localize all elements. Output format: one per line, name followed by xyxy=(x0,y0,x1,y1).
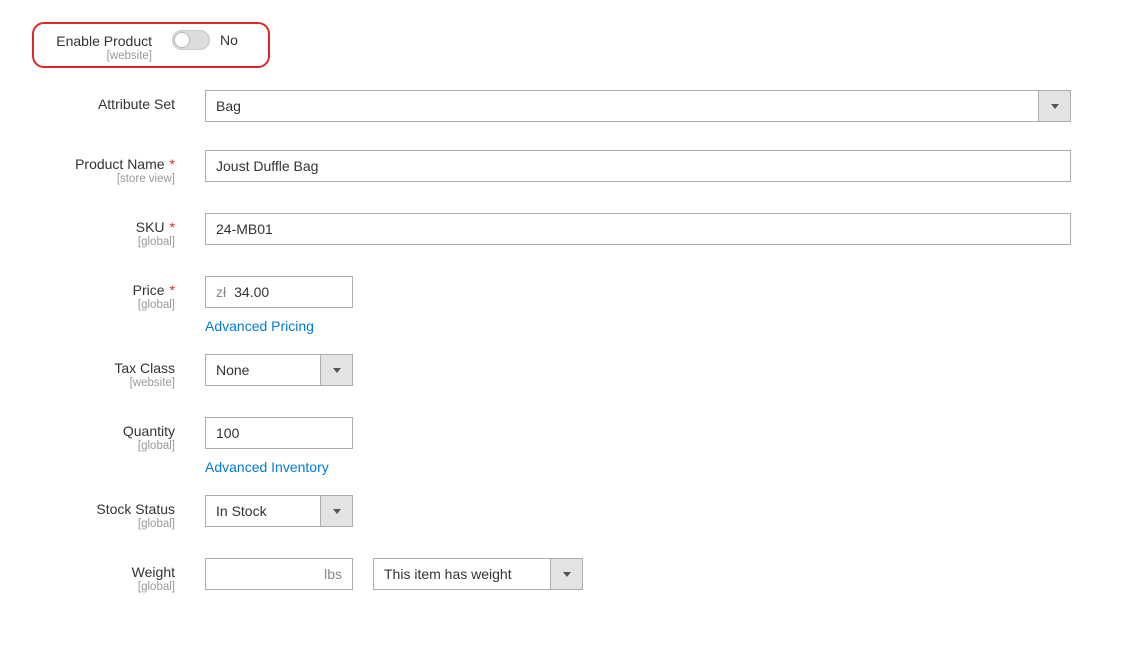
weight-input[interactable]: lbs xyxy=(205,558,353,590)
stock-status-select[interactable]: In Stock xyxy=(205,495,353,527)
label-scope: [global] xyxy=(0,581,175,593)
enable-product-toggle[interactable]: No xyxy=(172,30,238,50)
toggle-state-text: No xyxy=(220,32,238,48)
row-tax-class: Tax Class [website] None xyxy=(0,354,1132,389)
field-weight: lbs This item has weight xyxy=(205,558,583,590)
quantity-input[interactable] xyxy=(205,417,353,449)
row-weight: Weight [global] lbs This item has weight xyxy=(0,558,1132,593)
row-product-name: Product Name * [store view] xyxy=(0,150,1132,185)
label-scope: [website] xyxy=(0,377,175,389)
advanced-pricing-link[interactable]: Advanced Pricing xyxy=(205,318,314,334)
field-quantity: Advanced Inventory xyxy=(205,417,353,475)
field-sku xyxy=(205,213,1071,245)
label-text: Attribute Set xyxy=(0,96,175,112)
attribute-set-select[interactable]: Bag xyxy=(205,90,1071,122)
highlight-enable-product: Enable Product [website] No xyxy=(32,22,270,68)
label-sku: SKU * [global] xyxy=(0,213,175,248)
label-weight: Weight [global] xyxy=(0,558,175,593)
label-scope: [global] xyxy=(0,440,175,452)
row-stock-status: Stock Status [global] In Stock xyxy=(0,495,1132,530)
price-value-input[interactable] xyxy=(234,284,342,300)
label-tax-class: Tax Class [website] xyxy=(0,354,175,389)
chevron-down-icon xyxy=(320,496,352,526)
label-scope: [website] xyxy=(44,50,152,62)
required-marker: * xyxy=(170,282,175,298)
label-scope: [global] xyxy=(0,518,175,530)
label-text: Stock Status xyxy=(0,501,175,517)
tax-class-select[interactable]: None xyxy=(205,354,353,386)
chevron-down-icon xyxy=(320,355,352,385)
label-text: Quantity xyxy=(0,423,175,439)
currency-prefix: zł xyxy=(216,284,226,300)
row-enable-product: Enable Product [website] No xyxy=(0,22,1132,68)
label-enable-product: Enable Product [website] xyxy=(44,30,152,62)
field-price: zł Advanced Pricing xyxy=(205,276,353,334)
toggle-knob xyxy=(174,32,190,48)
required-marker: * xyxy=(170,219,175,235)
price-input[interactable]: zł xyxy=(205,276,353,308)
label-text: Enable Product xyxy=(44,33,152,49)
label-text: SKU xyxy=(136,219,165,235)
required-marker: * xyxy=(170,156,175,172)
product-name-input[interactable] xyxy=(205,150,1071,182)
weight-type-select[interactable]: This item has weight xyxy=(373,558,583,590)
row-attribute-set: Attribute Set Bag xyxy=(0,90,1132,122)
label-text: Product Name xyxy=(75,156,164,172)
select-value: In Stock xyxy=(206,496,320,526)
product-form: Enable Product [website] No Attribute Se… xyxy=(0,0,1132,593)
field-enable-product: No xyxy=(172,30,238,50)
label-product-name: Product Name * [store view] xyxy=(0,150,175,185)
row-sku: SKU * [global] xyxy=(0,213,1132,248)
chevron-down-icon xyxy=(1038,91,1070,121)
field-stock-status: In Stock xyxy=(205,495,353,527)
row-quantity: Quantity [global] Advanced Inventory xyxy=(0,417,1132,475)
weight-unit: lbs xyxy=(324,566,342,582)
label-scope: [store view] xyxy=(0,173,175,185)
advanced-inventory-link[interactable]: Advanced Inventory xyxy=(205,459,329,475)
select-value: Bag xyxy=(206,91,1038,121)
field-tax-class: None xyxy=(205,354,353,386)
toggle-track xyxy=(172,30,210,50)
chevron-down-icon xyxy=(550,559,582,589)
label-scope: [global] xyxy=(0,299,175,311)
row-price: Price * [global] zł Advanced Pricing xyxy=(0,276,1132,334)
label-text: Weight xyxy=(0,564,175,580)
weight-value-input[interactable] xyxy=(216,566,296,582)
select-value: This item has weight xyxy=(374,559,550,589)
field-product-name xyxy=(205,150,1071,182)
label-stock-status: Stock Status [global] xyxy=(0,495,175,530)
sku-input[interactable] xyxy=(205,213,1071,245)
label-text: Price xyxy=(133,282,165,298)
select-value: None xyxy=(206,355,320,385)
label-scope: [global] xyxy=(0,236,175,248)
field-attribute-set: Bag xyxy=(205,90,1071,122)
label-price: Price * [global] xyxy=(0,276,175,311)
label-attribute-set: Attribute Set xyxy=(0,90,175,112)
label-quantity: Quantity [global] xyxy=(0,417,175,452)
label-text: Tax Class xyxy=(0,360,175,376)
